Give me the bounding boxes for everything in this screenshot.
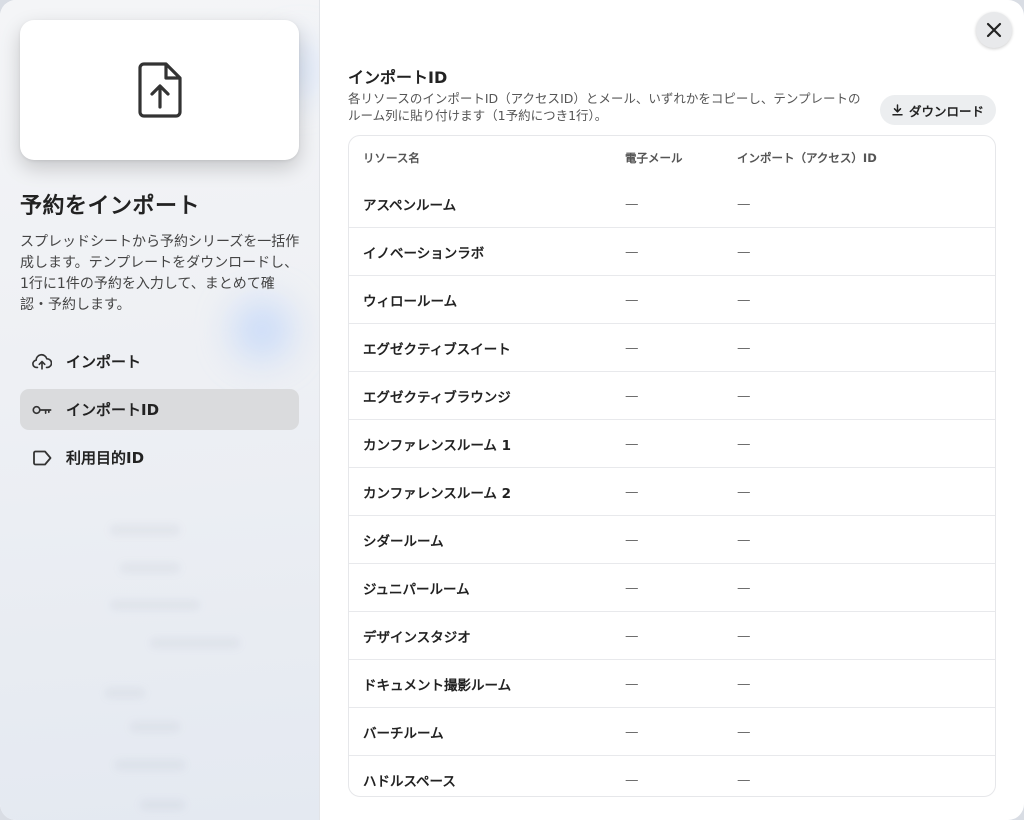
nav-item-label: 利用目的ID [66, 449, 145, 467]
column-header-email: 電子メール [625, 151, 683, 165]
page-description: スプレッドシートから予約シリーズを一括作成します。テンプレートをダウンロードし、… [20, 234, 300, 313]
table-row[interactable]: シダールーム — — [349, 515, 995, 564]
table-row[interactable]: ハドルスペース — — [349, 756, 995, 797]
decorative-ghost [115, 760, 185, 770]
key-icon [32, 400, 52, 420]
file-upload-illustration [20, 20, 299, 160]
nav-item-import[interactable]: インポート [20, 341, 299, 382]
main-panel: インポートID 各リソースのインポートID（アクセスID）とメール、いずれかをコ… [320, 0, 1024, 820]
decorative-ghost [110, 600, 200, 610]
nav-item-label: インポート [66, 353, 142, 371]
table-row[interactable]: エグゼクティブスイート — — [349, 323, 995, 372]
cell-email: — [625, 323, 737, 372]
nav-item-import-id[interactable]: インポートID [20, 389, 299, 430]
table-row[interactable]: カンファレンスルーム 1— — [349, 419, 995, 468]
tag-icon [32, 448, 52, 468]
cell-import-id: — [737, 563, 995, 612]
cell-email: — [625, 227, 737, 276]
decorative-ghost [140, 800, 185, 810]
close-button[interactable] [976, 12, 1012, 48]
cell-email: — [625, 275, 737, 324]
table-row[interactable]: ウィロールーム — — [349, 275, 995, 324]
table-body: アスペンルーム — — イノベーションラボ — — ウィロールーム — — エグゼクティブスイート… [349, 180, 995, 797]
cell-import-id: — [737, 771, 751, 788]
section-title: インポートID [348, 68, 448, 87]
cell-email: — [625, 563, 737, 612]
cell-resource-name: エグゼクティブラウンジ [349, 371, 625, 420]
cell-import-id: — [737, 467, 995, 516]
nav-item-purpose-id[interactable]: 利用目的ID [20, 437, 299, 478]
decorative-ghost [110, 525, 180, 535]
cell-resource-name: イノベーションラボ [349, 227, 625, 276]
download-button-label: ダウンロード [908, 103, 984, 119]
cell-import-id: — [737, 611, 995, 660]
cell-email: — [625, 467, 737, 516]
nav-item-label: インポートID [66, 401, 160, 419]
sidebar-nav: インポート インポートID 利用目的ID [20, 341, 299, 485]
page-title: 予約をインポート [20, 194, 201, 219]
cell-resource-name: カンファレンスルーム 1 [349, 419, 625, 468]
cell-resource-name: ドキュメント撮影ルーム [349, 659, 625, 708]
cell-email: — [625, 707, 737, 756]
decorative-ghost [130, 722, 180, 732]
cell-import-id: — [737, 707, 995, 756]
import-modal: 予約をインポート スプレッドシートから予約シリーズを一括作成します。テンプレート… [0, 0, 1024, 820]
cell-email: — [625, 771, 639, 788]
import-id-table: リソース名 電子メール インポート（アクセス）ID アスペンルーム — — イノベーシ… [349, 136, 995, 797]
cell-email: — [625, 371, 737, 420]
cell-resource-name: バーチルーム [349, 707, 625, 756]
decorative-ghost [120, 563, 180, 573]
sidebar: 予約をインポート スプレッドシートから予約シリーズを一括作成します。テンプレート… [0, 0, 320, 820]
cell-resource-name: アスペンルーム [349, 180, 625, 228]
cell-resource-name: ウィロールーム [349, 275, 625, 324]
table-row[interactable]: イノベーションラボ — — [349, 227, 995, 276]
decorative-ghost [105, 688, 145, 698]
cell-import-id: — [737, 180, 995, 228]
table-row[interactable]: デザインスタジオ — — [349, 611, 995, 660]
section-description: 各リソースのインポートID（アクセスID）とメール、いずれかをコピーし、テンプレ… [348, 91, 861, 123]
cell-resource-name: カンファレンスルーム 2 [349, 467, 625, 516]
table-row[interactable]: カンファレンスルーム 2— — [349, 467, 995, 516]
cell-import-id: — [737, 371, 995, 420]
cell-resource-name: ジュニパールーム [349, 563, 625, 612]
download-button[interactable]: ダウンロード [879, 95, 996, 125]
download-icon [892, 104, 903, 116]
cell-import-id: — [737, 227, 995, 276]
decorative-ghost [150, 638, 240, 648]
import-id-table-container[interactable]: リソース名 電子メール インポート（アクセス）ID アスペンルーム — — イノベーシ… [348, 135, 996, 797]
cell-email: — [625, 419, 737, 468]
cell-email: — [625, 515, 737, 564]
cell-import-id: — [737, 659, 995, 708]
close-icon [986, 22, 1002, 38]
table-row[interactable]: エグゼクティブラウンジ — — [349, 371, 995, 420]
table-row[interactable]: アスペンルーム — — [349, 180, 995, 228]
cell-email: — [625, 180, 737, 228]
table-row[interactable]: バーチルーム — — [349, 707, 995, 756]
table-row[interactable]: ジュニパールーム — — [349, 563, 995, 612]
cell-resource-name: エグゼクティブスイート [349, 323, 625, 372]
cell-resource-name: シダールーム [349, 515, 625, 564]
cell-import-id: — [737, 323, 995, 372]
cell-email: — [625, 659, 737, 708]
cell-import-id: — [737, 515, 995, 564]
cloud-upload-icon [32, 352, 52, 372]
cell-resource-name: デザインスタジオ [349, 611, 625, 660]
cell-resource-name: ハドルスペース [363, 773, 456, 790]
table-row[interactable]: ドキュメント撮影ルーム — — [349, 659, 995, 708]
cell-import-id: — [737, 419, 995, 468]
file-upload-icon [137, 62, 182, 118]
table-header-row: リソース名 電子メール インポート（アクセス）ID [349, 136, 995, 180]
column-header-import-id: インポート（アクセス）ID [737, 151, 877, 165]
cell-email: — [625, 611, 737, 660]
cell-import-id: — [737, 275, 995, 324]
column-header-resource-name: リソース名 [363, 151, 420, 165]
